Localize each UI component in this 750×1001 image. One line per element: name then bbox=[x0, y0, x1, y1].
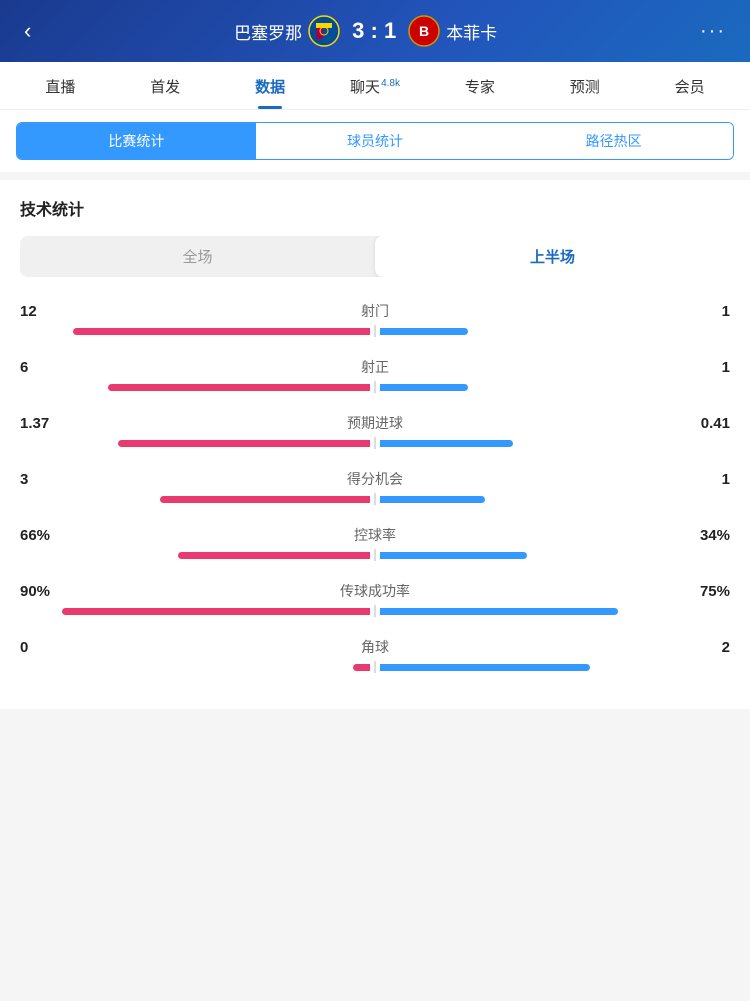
stat-left-value: 12 bbox=[20, 303, 70, 320]
bar-divider bbox=[374, 437, 376, 449]
bar-right-fill bbox=[380, 328, 468, 335]
bar-left-fill bbox=[118, 440, 370, 447]
period-first-half[interactable]: 上半场 bbox=[375, 236, 730, 277]
stat-right-value: 1 bbox=[680, 359, 730, 376]
stat-row: 6 射正 1 bbox=[20, 357, 730, 391]
period-selector: 全场 上半场 bbox=[20, 236, 730, 277]
bar-right-fill bbox=[380, 552, 527, 559]
home-team-name: 巴塞罗那 bbox=[234, 19, 302, 44]
stat-name: 得分机会 bbox=[70, 469, 680, 489]
tab-live[interactable]: 直播 bbox=[8, 62, 113, 109]
nav-tabs: 直播 首发 数据 聊天4.8k 专家 预测 会员 bbox=[0, 62, 750, 110]
chat-badge: 4.8k bbox=[381, 78, 400, 89]
stat-row: 0 角球 2 bbox=[20, 637, 730, 671]
stat-left-value: 3 bbox=[20, 471, 70, 488]
bar-left-fill bbox=[62, 608, 370, 615]
stat-right-value: 34% bbox=[680, 527, 730, 544]
stat-name: 传球成功率 bbox=[70, 581, 680, 601]
bar-right-fill bbox=[380, 440, 513, 447]
stat-name: 射正 bbox=[70, 357, 680, 377]
period-full[interactable]: 全场 bbox=[20, 236, 375, 277]
stat-left-value: 6 bbox=[20, 359, 70, 376]
bar-right-fill bbox=[380, 384, 468, 391]
tab-expert[interactable]: 专家 bbox=[427, 62, 532, 109]
bar-divider bbox=[374, 493, 376, 505]
more-button[interactable]: ··· bbox=[692, 16, 734, 47]
bar-left-fill bbox=[178, 552, 371, 559]
stat-right-value: 75% bbox=[680, 583, 730, 600]
home-team-logo bbox=[308, 15, 340, 47]
sub-tab-heatmap[interactable]: 路径热区 bbox=[494, 123, 733, 159]
bar-divider bbox=[374, 381, 376, 393]
stats-list: 12 射门 1 6 射正 1 bbox=[20, 301, 730, 671]
tab-vip[interactable]: 会员 bbox=[637, 62, 742, 109]
stat-name: 角球 bbox=[70, 637, 680, 657]
sub-tab-group: 比赛统计 球员统计 路径热区 bbox=[16, 122, 734, 160]
stat-left-value: 90% bbox=[20, 583, 70, 600]
back-button[interactable]: ‹ bbox=[16, 14, 39, 48]
sub-tab-match-stats[interactable]: 比赛统计 bbox=[17, 123, 256, 159]
stat-right-value: 1 bbox=[680, 303, 730, 320]
tab-data[interactable]: 数据 bbox=[218, 62, 323, 109]
stat-right-value: 2 bbox=[680, 639, 730, 656]
bar-divider bbox=[374, 549, 376, 561]
bar-right-fill bbox=[380, 608, 618, 615]
section-title: 技术统计 bbox=[20, 196, 730, 220]
tab-lineup[interactable]: 首发 bbox=[113, 62, 218, 109]
bar-divider bbox=[374, 661, 376, 673]
bar-divider bbox=[374, 325, 376, 337]
bar-divider bbox=[374, 605, 376, 617]
away-team-logo: B bbox=[408, 15, 440, 47]
bar-right-fill bbox=[380, 664, 590, 671]
match-info: 巴塞罗那 3 : 1 B 本菲卡 bbox=[39, 15, 692, 47]
tab-chat[interactable]: 聊天4.8k bbox=[323, 62, 428, 109]
bar-left-fill bbox=[160, 496, 370, 503]
stats-content: 技术统计 全场 上半场 12 射门 1 bbox=[0, 180, 750, 709]
match-header: ‹ 巴塞罗那 3 : 1 B 本菲卡 ··· bbox=[0, 0, 750, 62]
stat-row: 90% 传球成功率 75% bbox=[20, 581, 730, 615]
stat-row: 12 射门 1 bbox=[20, 301, 730, 335]
stat-name: 预期进球 bbox=[70, 413, 680, 433]
bar-left-fill bbox=[353, 664, 371, 671]
stat-left-value: 0 bbox=[20, 639, 70, 656]
match-score: 3 : 1 bbox=[352, 18, 396, 44]
stat-row: 3 得分机会 1 bbox=[20, 469, 730, 503]
away-team-name: 本菲卡 bbox=[446, 19, 497, 44]
tab-predict[interactable]: 预测 bbox=[532, 62, 637, 109]
bar-left-fill bbox=[108, 384, 371, 391]
stat-row: 1.37 预期进球 0.41 bbox=[20, 413, 730, 447]
bar-left-fill bbox=[73, 328, 371, 335]
stat-left-value: 1.37 bbox=[20, 415, 70, 432]
stat-right-value: 1 bbox=[680, 471, 730, 488]
stat-name: 控球率 bbox=[70, 525, 680, 545]
stat-row: 66% 控球率 34% bbox=[20, 525, 730, 559]
sub-tabs-container: 比赛统计 球员统计 路径热区 bbox=[0, 110, 750, 172]
stat-right-value: 0.41 bbox=[680, 415, 730, 432]
sub-tab-player-stats[interactable]: 球员统计 bbox=[256, 123, 495, 159]
bar-right-fill bbox=[380, 496, 485, 503]
stat-name: 射门 bbox=[70, 301, 680, 321]
stat-left-value: 66% bbox=[20, 527, 70, 544]
svg-text:B: B bbox=[419, 23, 429, 39]
